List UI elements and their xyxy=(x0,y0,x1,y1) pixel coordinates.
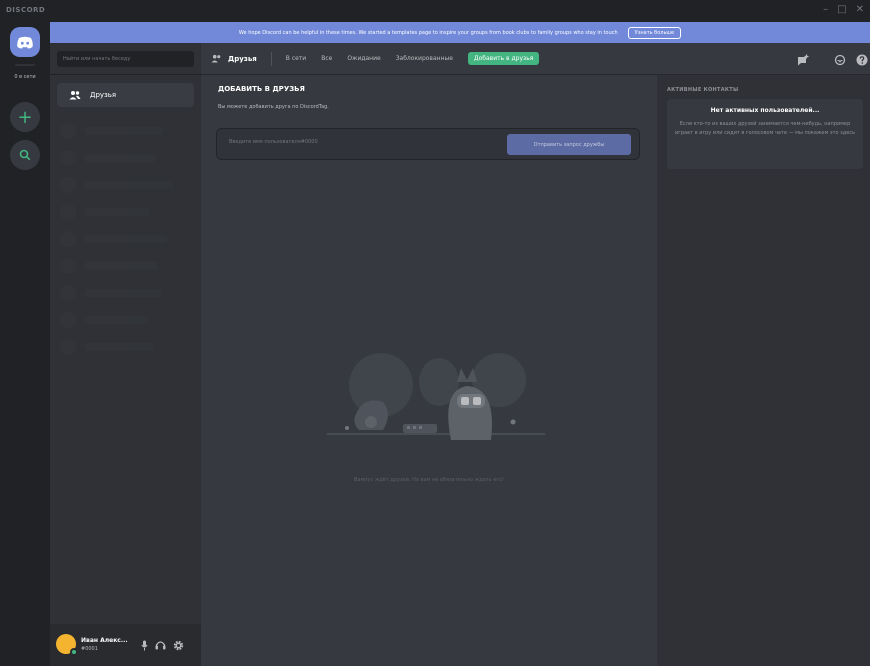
placeholder-line xyxy=(84,316,148,324)
wumpus-illustration xyxy=(327,353,545,440)
microphone-icon xyxy=(140,640,148,650)
friends-header: Друзья xyxy=(211,54,257,63)
friends-icon xyxy=(211,54,221,63)
plus-icon: + xyxy=(17,106,33,128)
discord-logo-icon xyxy=(17,36,33,49)
search-icon xyxy=(19,149,31,161)
gear-icon xyxy=(173,640,183,650)
sidebar-item-label: Друзья xyxy=(90,91,117,99)
user-tag: #0001 xyxy=(81,646,98,652)
empty-state-text: Вампус ждёт друзей. Но вам не обязательн… xyxy=(353,477,504,483)
friends-icon xyxy=(69,91,81,100)
dm-placeholder-row xyxy=(60,312,148,328)
deafen-button[interactable] xyxy=(154,638,166,652)
active-now-title: АКТИВНЫЕ КОНТАКТЫ xyxy=(667,87,739,93)
friends-toolbar: Друзья В сети Все Ожидание Заблокированн… xyxy=(201,43,657,75)
server-list: 0 в сети + xyxy=(0,22,50,666)
active-now-card: Нет активных пользователей... Если кто-т… xyxy=(667,99,863,169)
home-button[interactable] xyxy=(10,27,40,57)
title-bar: DISCORD – □ ✕ xyxy=(0,0,870,22)
send-friend-request-button[interactable]: Отправить запрос дружбы xyxy=(507,134,631,155)
placeholder-line xyxy=(84,127,164,135)
server-separator xyxy=(15,64,35,66)
mute-button[interactable] xyxy=(138,638,150,652)
new-group-dm-button[interactable] xyxy=(796,53,810,67)
placeholder-line xyxy=(84,181,174,189)
user-settings-button[interactable] xyxy=(172,638,184,652)
tab-blocked[interactable]: Заблокированные xyxy=(396,55,453,62)
dm-placeholder-row xyxy=(60,204,150,220)
toolbar-divider xyxy=(270,51,272,66)
dm-placeholder-row xyxy=(60,150,156,166)
learn-more-button[interactable]: Узнать больше xyxy=(627,26,682,39)
online-status-icon xyxy=(70,648,78,656)
close-button[interactable]: ✕ xyxy=(856,4,864,16)
dm-placeholder-row xyxy=(60,285,162,301)
maximize-button[interactable]: □ xyxy=(837,4,846,16)
find-conversation-button[interactable]: Найти или начать беседу xyxy=(57,51,194,67)
add-friend-form: Введите имя пользователя#0000 Отправить … xyxy=(216,128,640,160)
active-now-panel: АКТИВНЫЕ КОНТАКТЫ Нет активных пользоват… xyxy=(657,43,870,666)
dm-placeholder-row xyxy=(60,231,168,247)
placeholder-avatar xyxy=(60,204,76,220)
placeholder-avatar xyxy=(60,123,76,139)
discord-app: DISCORD – □ ✕ 0 в сети + We hope Discord… xyxy=(0,0,870,666)
friends-main: Друзья В сети Все Ожидание Заблокированн… xyxy=(201,43,657,666)
dm-placeholder-row xyxy=(60,258,158,274)
page-title: Друзья xyxy=(228,54,257,63)
online-count: 0 в сети xyxy=(14,74,36,80)
notice-message: We hope Discord can be helpful in these … xyxy=(238,29,618,36)
placeholder-avatar xyxy=(60,150,76,166)
tab-online[interactable]: В сети xyxy=(286,55,306,62)
add-friend-description: Вы можете добавить друга по DiscordTag. xyxy=(218,104,329,110)
placeholder-avatar xyxy=(60,177,76,193)
placeholder-avatar xyxy=(60,312,76,328)
placeholder-line xyxy=(84,289,162,297)
active-empty-title: Нет активных пользователей... xyxy=(710,107,820,114)
placeholder-line xyxy=(84,208,150,216)
app-brand: DISCORD xyxy=(6,6,46,14)
explore-servers-button[interactable] xyxy=(10,140,40,170)
user-panel: Иван Алекс... #0001 xyxy=(50,624,201,666)
placeholder-avatar xyxy=(60,258,76,274)
placeholder-avatar xyxy=(60,339,76,355)
placeholder-line xyxy=(84,343,154,351)
active-empty-description: Если кто-то из ваших друзей занимается ч… xyxy=(675,121,856,136)
inbox-icon xyxy=(834,54,846,66)
window-controls: – □ ✕ xyxy=(823,4,864,16)
minimize-button[interactable]: – xyxy=(823,4,828,16)
headphones-icon xyxy=(155,641,165,650)
username-input[interactable]: Введите имя пользователя#0000 xyxy=(229,139,318,145)
tab-pending[interactable]: Ожидание xyxy=(347,55,380,62)
chat-plus-icon xyxy=(797,54,808,66)
placeholder-line xyxy=(84,235,168,243)
placeholder-avatar xyxy=(60,285,76,301)
placeholder-line xyxy=(84,262,158,270)
sidebar-item-friends[interactable]: Друзья xyxy=(57,83,194,107)
notice-banner: We hope Discord can be helpful in these … xyxy=(50,22,870,43)
placeholder-line xyxy=(84,154,156,162)
right-toolbar xyxy=(657,43,870,75)
placeholder-avatar xyxy=(60,231,76,247)
inbox-button[interactable] xyxy=(833,53,847,67)
dm-sidebar: Найти или начать беседу Друзья Иван Алек… xyxy=(50,43,201,666)
tab-all[interactable]: Все xyxy=(321,55,332,62)
help-icon xyxy=(856,54,868,66)
add-server-button[interactable]: + xyxy=(10,102,40,132)
help-button[interactable] xyxy=(855,53,869,67)
search-bar: Найти или начать беседу xyxy=(50,43,201,75)
tab-add-friend[interactable]: Добавить в друзья xyxy=(467,52,540,65)
dm-placeholder-row xyxy=(60,339,154,355)
username: Иван Алекс... xyxy=(81,637,128,644)
dm-placeholder-row xyxy=(60,177,174,193)
add-friend-title: ДОБАВИТЬ В ДРУЗЬЯ xyxy=(218,85,305,93)
dm-placeholder-row xyxy=(60,123,164,139)
